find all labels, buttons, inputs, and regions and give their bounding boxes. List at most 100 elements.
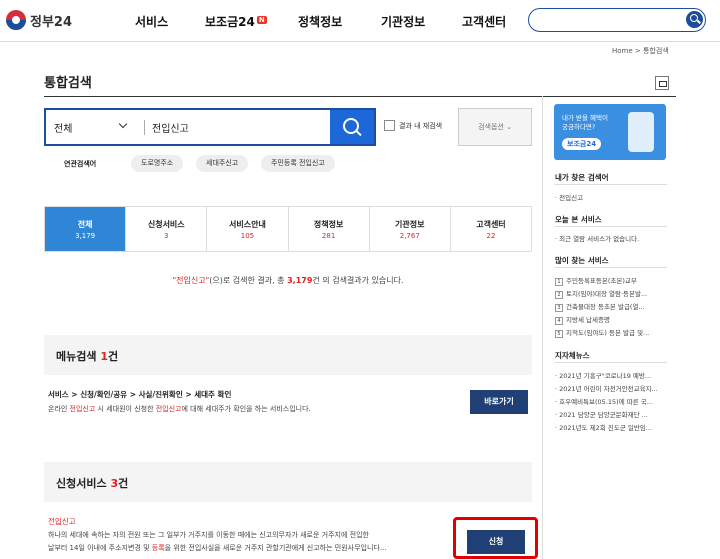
result-text: (으)로 검색한 결과, 총 bbox=[209, 276, 288, 285]
tab-all[interactable]: 전체 3,179 bbox=[45, 207, 126, 251]
news-item[interactable]: · 2021년 어린이 자전거안전교육지... bbox=[555, 383, 667, 393]
print-icon[interactable] bbox=[655, 76, 669, 90]
search-icon[interactable] bbox=[686, 11, 703, 28]
news-item[interactable]: · 2021년도 제2회 진도군 일반임... bbox=[555, 422, 667, 432]
section-title: 메뉴검색 1건 bbox=[56, 348, 118, 364]
search-options-label: 검색옵션 bbox=[478, 123, 504, 131]
tab-label: 신청서비스 bbox=[147, 220, 185, 229]
my-search-title: 내가 찾은 검색어 bbox=[555, 173, 609, 182]
result-tabs: 전체 3,179 신청서비스 3 서비스안내 105 정책정보 281 기관정보 2,76… bbox=[44, 206, 532, 252]
new-badge: N bbox=[256, 16, 267, 24]
phone-icon bbox=[628, 112, 654, 152]
tab-agency-info[interactable]: 기관정보 2,767 bbox=[368, 207, 450, 251]
tab-label: 정책정보 bbox=[313, 220, 344, 229]
desc-highlight: 등록 bbox=[151, 544, 165, 552]
nav-services[interactable]: 서비스 bbox=[135, 13, 168, 30]
related-tag[interactable]: 세대주신고 bbox=[196, 155, 249, 172]
news-item[interactable]: · 호우예비특보(05.15)에 따른 국... bbox=[555, 396, 667, 406]
menu-path[interactable]: 서비스 > 신청/확인/공유 > 사실/진위확인 > 세대주 확인 bbox=[48, 389, 231, 400]
tab-customer-center[interactable]: 고객센터 22 bbox=[449, 207, 531, 251]
scope-select[interactable]: 전체 bbox=[54, 120, 72, 135]
tab-count: 3,179 bbox=[75, 232, 96, 240]
popular-item[interactable]: 4 지방세 납세증명 bbox=[555, 314, 667, 325]
header-search-input[interactable] bbox=[528, 8, 706, 32]
apply-item-title[interactable]: 전입신고 bbox=[48, 516, 76, 527]
divider bbox=[555, 226, 667, 227]
section-suffix: 건 bbox=[107, 350, 119, 363]
desc-text: 날부터 14일 이내에 주소지변경 및 bbox=[48, 544, 152, 552]
tab-policy-info[interactable]: 정책정보 281 bbox=[287, 207, 369, 251]
go-button[interactable]: 바로가기 bbox=[470, 390, 528, 414]
divider bbox=[144, 120, 145, 135]
popular-item[interactable]: 5 지적도(임야도) 등본 발급 및... bbox=[555, 327, 667, 338]
result-keyword: "전입신고" bbox=[172, 276, 210, 285]
search-options-button[interactable]: 검색옵션 ⌄ bbox=[458, 108, 532, 146]
tab-label: 기관정보 bbox=[395, 220, 425, 229]
my-search-item[interactable]: · 전입신고 bbox=[555, 192, 667, 202]
desc-highlight: 전입신고 bbox=[69, 405, 96, 413]
result-summary: "전입신고"(으)로 검색한 결과, 총 3,179건 의 검색결과가 있습니다… bbox=[44, 275, 532, 286]
desc-text: 에 대해 세대주가 확인을 하는 서비스입니다. bbox=[181, 405, 311, 413]
desc-text: 을 위한 전입사실을 새로운 거주지 관할기관에게 신고하는 민원사무입니다..… bbox=[164, 544, 387, 552]
result-text: 건 의 검색결과가 있습니다. bbox=[312, 276, 404, 285]
page-title: 통합검색 bbox=[44, 76, 92, 91]
tab-count: 2,767 bbox=[399, 232, 420, 240]
chevron-down-icon: ⌄ bbox=[506, 123, 512, 131]
news-item[interactable]: · 2021년 기흥구"코로나19 예방... bbox=[555, 370, 667, 380]
tab-label: 고객센터 bbox=[476, 220, 506, 229]
popular-title: 많이 찾는 서비스 bbox=[555, 256, 609, 265]
logo-text: 정부24 bbox=[30, 14, 73, 30]
gov24-logo[interactable]: 정부24 bbox=[6, 10, 72, 30]
popular-label: 건축물대장 등초본 발급(열... bbox=[566, 303, 645, 311]
section-title: 신청서비스 3건 bbox=[56, 475, 128, 491]
today-viewed-title: 오늘 본 서비스 bbox=[555, 215, 602, 224]
apply-service-header: 신청서비스 3건 bbox=[44, 462, 532, 502]
main-search-box: 전체 전입신고 bbox=[44, 108, 376, 146]
desc-text: 시 세대원이 신청한 bbox=[95, 405, 156, 413]
desc-highlight: 전입신고 bbox=[155, 405, 182, 413]
chevron-down-icon[interactable] bbox=[118, 119, 128, 129]
rank-badge: 5 bbox=[555, 330, 563, 338]
banner-pill: 보조금24 bbox=[562, 138, 602, 150]
tab-service-guide[interactable]: 서비스안내 105 bbox=[206, 207, 287, 251]
subsidy24-banner[interactable]: 내가 받을 혜택이 궁금하다면? 보조금24 bbox=[554, 104, 666, 160]
news-item[interactable]: · 2021 담양군 담양군문화재단 ... bbox=[555, 409, 667, 419]
related-tag[interactable]: 도로명주소 bbox=[131, 155, 184, 172]
result-total: 3,179 bbox=[287, 276, 313, 285]
breadcrumb: Home > 통합검색 bbox=[612, 47, 669, 55]
nav-policy-info[interactable]: 정책정보 bbox=[298, 13, 342, 30]
apply-item-description: 하나의 세대에 속하는 자의 전원 또는 그 일부가 거주지를 이동한 때에는 … bbox=[48, 529, 453, 555]
popular-item[interactable]: 1 주민등록표등본(초본)교부 bbox=[555, 275, 667, 286]
desc-line: 날부터 14일 이내에 주소지변경 및 등록을 위한 전입사실을 새로운 거주지… bbox=[48, 542, 453, 555]
search-button[interactable] bbox=[330, 110, 374, 144]
divider bbox=[555, 362, 667, 363]
recheck-toggle[interactable]: 결과 내 재검색 bbox=[384, 120, 442, 131]
nav-agency-info[interactable]: 기관정보 bbox=[381, 13, 425, 30]
banner-text: 궁금하다면? bbox=[562, 123, 596, 131]
popular-label: 토지(임야)대장 열람·등본발... bbox=[566, 290, 648, 298]
local-news-title: 지자체뉴스 bbox=[555, 351, 590, 360]
popular-item[interactable]: 3 건축물대장 등초본 발급(열... bbox=[555, 301, 667, 312]
popular-label: 주민등록표등본(초본)교부 bbox=[566, 277, 637, 285]
divider bbox=[555, 267, 667, 268]
nav-customer-center[interactable]: 고객센터 bbox=[462, 13, 506, 30]
rank-badge: 2 bbox=[555, 291, 563, 299]
section-title-text: 신청서비스 bbox=[56, 477, 107, 490]
tab-apply-service[interactable]: 신청서비스 3 bbox=[125, 207, 206, 251]
global-header: 정부24 서비스 보조금24 N 정책정보 기관정보 고객센터 bbox=[0, 0, 720, 42]
desc-text: 온라인 bbox=[48, 405, 70, 413]
nav-subsidy24[interactable]: 보조금24 N bbox=[205, 13, 267, 30]
section-suffix: 건 bbox=[118, 477, 129, 490]
popular-item[interactable]: 2 토지(임야)대장 열람·등본발... bbox=[555, 288, 667, 299]
rank-badge: 1 bbox=[555, 278, 563, 286]
popular-label: 지적도(임야도) 등본 발급 및... bbox=[566, 329, 650, 337]
taegeuk-logo-icon bbox=[6, 10, 26, 30]
recheck-checkbox[interactable] bbox=[384, 120, 395, 131]
highlight-annotation bbox=[453, 517, 538, 559]
related-label: 연관검색어 bbox=[64, 160, 97, 168]
menu-search-header: 메뉴검색 1건 bbox=[44, 335, 532, 375]
divider bbox=[555, 184, 667, 185]
popular-label: 지방세 납세증명 bbox=[566, 316, 610, 324]
related-tag[interactable]: 주민등록 전입신고 bbox=[261, 155, 335, 172]
search-input[interactable]: 전입신고 bbox=[152, 120, 189, 135]
